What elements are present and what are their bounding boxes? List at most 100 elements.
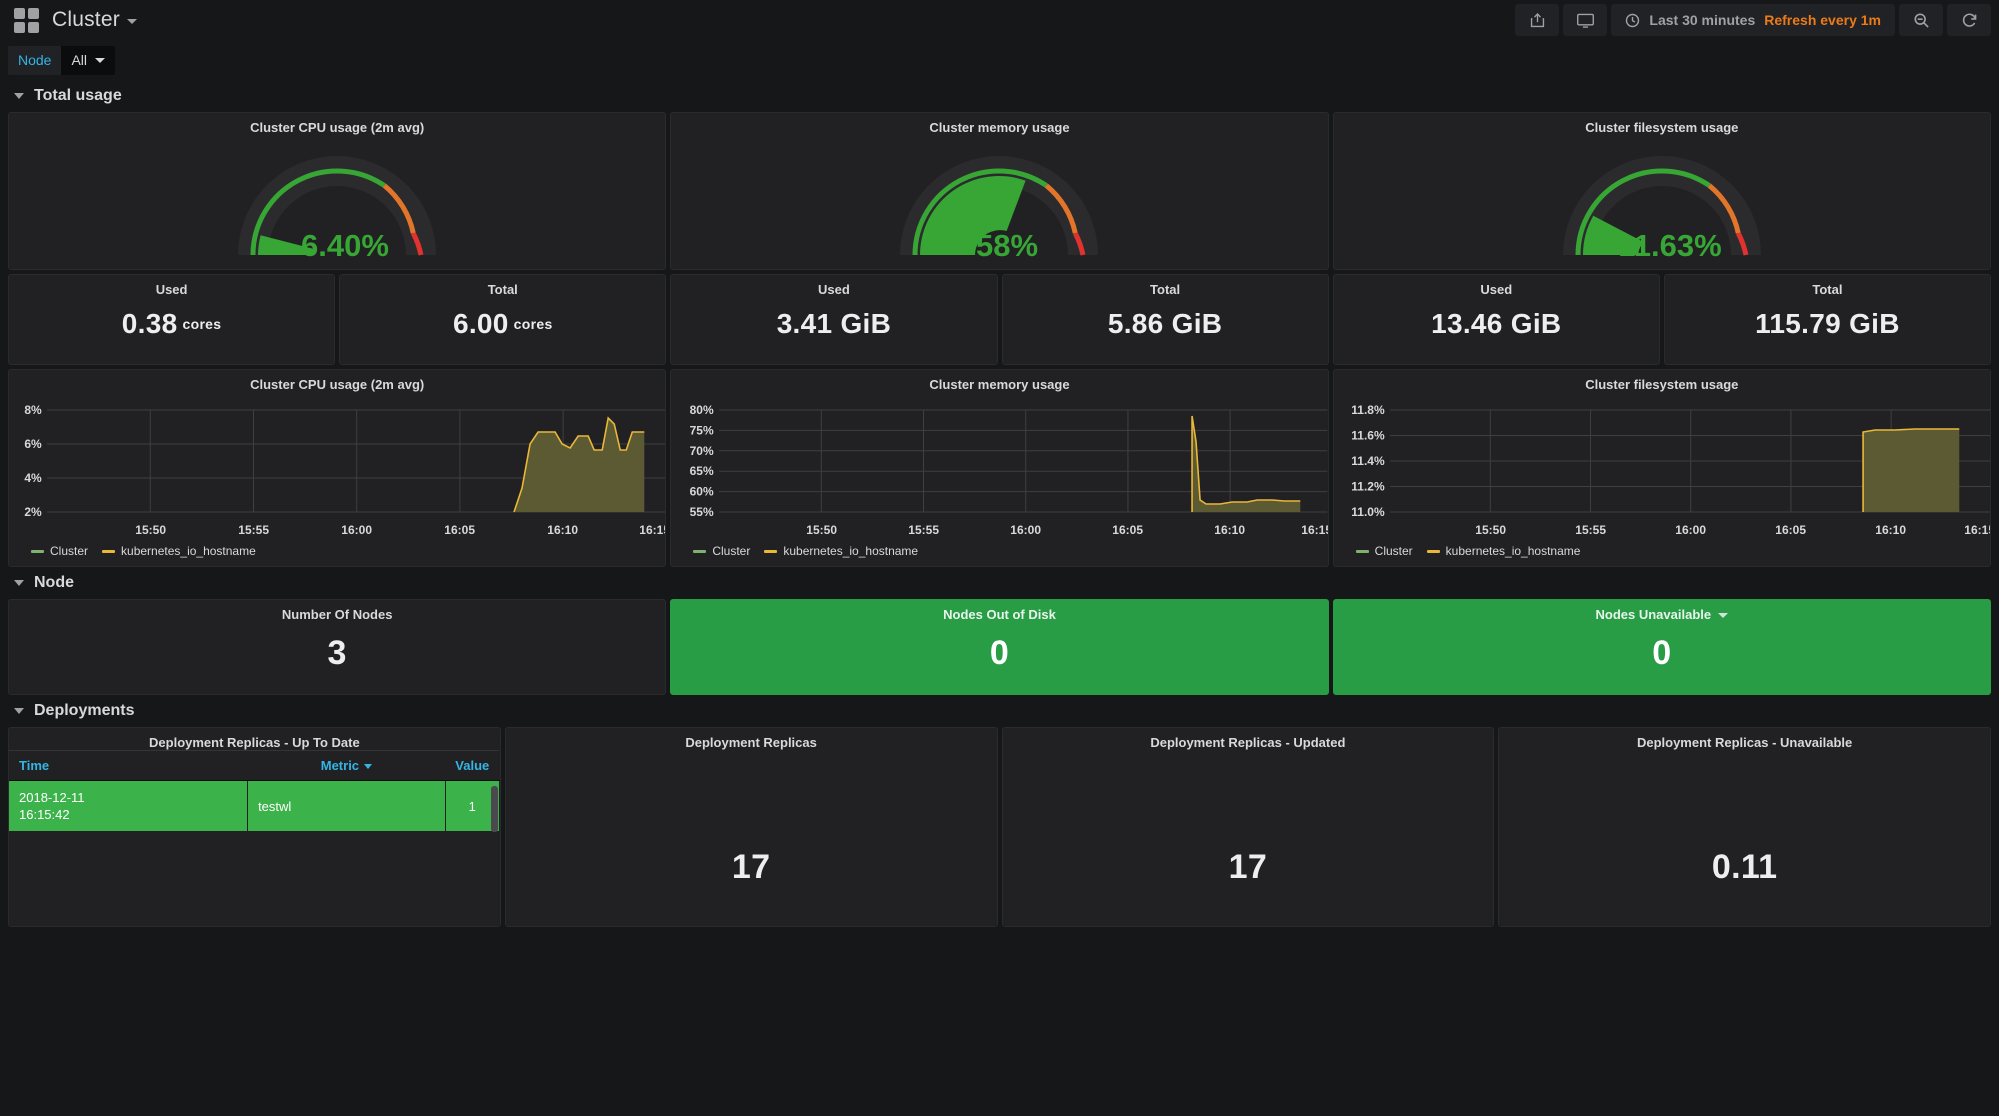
table-row[interactable]: 2018-12-11 16:15:42 testwl 1 xyxy=(9,781,499,832)
panel-cluster-filesystem-gauge[interactable]: Cluster filesystem usage 11.63% xyxy=(1333,112,1991,270)
panel-title-wrap: Nodes Unavailable xyxy=(1334,600,1990,622)
chevron-down-icon xyxy=(95,58,105,63)
panel-cluster-cpu-graph[interactable]: Cluster CPU usage (2m avg) 8% 6% 4% 2% xyxy=(8,369,666,567)
row-title: Total usage xyxy=(34,87,122,105)
gauge-value-text: 6.40% xyxy=(301,228,389,259)
gauge-svg: 58% xyxy=(889,137,1109,259)
panel-title: Cluster memory usage xyxy=(671,113,1327,135)
panel-deployment-replicas[interactable]: Deployment Replicas 17 xyxy=(505,727,998,927)
panel-cluster-memory-gauge[interactable]: Cluster memory usage 58% xyxy=(670,112,1328,270)
svg-text:16:15: 16:15 xyxy=(1964,523,1990,537)
zoom-out-icon xyxy=(1913,12,1930,29)
stat-value: 13.46 GiB xyxy=(1334,297,1659,364)
panel-filesystem-total[interactable]: Total 115.79 GiB xyxy=(1664,274,1991,365)
stat-value: 6.00cores xyxy=(340,297,665,364)
refresh-button[interactable] xyxy=(1947,4,1991,36)
panel-title: Total xyxy=(1003,275,1328,297)
clock-icon xyxy=(1625,13,1640,28)
grid-icon[interactable] xyxy=(14,8,39,33)
legend-swatch xyxy=(693,550,706,553)
panel-number-of-nodes[interactable]: Number Of Nodes 3 xyxy=(8,599,666,695)
row-header-deployments[interactable]: Deployments xyxy=(0,695,1999,727)
legend-swatch xyxy=(1427,550,1440,553)
cell-time: 2018-12-11 16:15:42 xyxy=(9,781,248,832)
gauge-cpu: 6.40% xyxy=(9,137,665,259)
svg-text:15:55: 15:55 xyxy=(1575,523,1606,537)
zoom-out-button[interactable] xyxy=(1899,4,1943,36)
gauges-row: Cluster CPU usage (2m avg) 6.40% Cluster… xyxy=(0,112,1999,270)
variable-node-value: All xyxy=(71,52,87,69)
column-header-metric[interactable]: Metric xyxy=(248,751,446,781)
variable-node-select[interactable]: All xyxy=(61,46,115,75)
svg-text:16:10: 16:10 xyxy=(1215,523,1246,537)
memory-graph-axes: 80% 75% 70% 65% 60% 55% 15:50 15:55 16:0… xyxy=(671,392,1327,537)
panel-title: Nodes Unavailable xyxy=(1596,607,1712,622)
panel-deployment-replicas-up-to-date[interactable]: Deployment Replicas - Up To Date Time Me… xyxy=(8,727,501,927)
chevron-down-icon xyxy=(14,93,24,99)
refresh-icon xyxy=(1961,12,1978,29)
legend-swatch xyxy=(102,550,115,553)
panel-cpu-total[interactable]: Total 6.00cores xyxy=(339,274,666,365)
legend-swatch xyxy=(764,550,777,553)
svg-text:16:00: 16:00 xyxy=(341,523,372,537)
dashboard-title-button[interactable]: Cluster xyxy=(52,8,137,32)
kiosk-button[interactable] xyxy=(1563,4,1607,36)
chevron-down-icon[interactable] xyxy=(1718,613,1728,618)
stat-number: 3.41 GiB xyxy=(777,308,891,340)
gauge-svg: 6.40% xyxy=(227,137,447,259)
panel-title: Deployment Replicas xyxy=(506,728,997,750)
column-header-value[interactable]: Value xyxy=(445,751,499,781)
row-header-node[interactable]: Node xyxy=(0,567,1999,599)
panel-filesystem-used[interactable]: Used 13.46 GiB xyxy=(1333,274,1660,365)
column-header-time[interactable]: Time xyxy=(9,751,248,781)
panel-deployment-replicas-updated[interactable]: Deployment Replicas - Updated 17 xyxy=(1002,727,1495,927)
svg-text:70%: 70% xyxy=(690,444,714,458)
panel-memory-used[interactable]: Used 3.41 GiB xyxy=(670,274,997,365)
legend-label: Cluster xyxy=(50,544,88,558)
stat-value: 17 xyxy=(506,750,997,926)
chevron-down-icon xyxy=(14,580,24,586)
stat-value: 0 xyxy=(671,622,1327,694)
panel-memory-total[interactable]: Total 5.86 GiB xyxy=(1002,274,1329,365)
svg-text:4%: 4% xyxy=(24,471,42,485)
row-title: Deployments xyxy=(34,702,134,720)
dashboard-title: Cluster xyxy=(52,8,120,31)
svg-text:16:00: 16:00 xyxy=(1675,523,1706,537)
panel-cluster-memory-graph[interactable]: Cluster memory usage 80% 75% 70% xyxy=(670,369,1328,567)
row-header-total-usage[interactable]: Total usage xyxy=(0,80,1999,112)
svg-text:80%: 80% xyxy=(690,403,714,417)
filesystem-graph-axes: 11.8% 11.6% 11.4% 11.2% 11.0% 15:50 15:5… xyxy=(1334,392,1990,537)
stats-row: Used 0.38cores Total 6.00cores Used 3.41… xyxy=(0,274,1999,365)
cell-metric: testwl xyxy=(248,781,446,832)
legend-item-cluster[interactable]: Cluster xyxy=(31,544,88,558)
panel-cluster-cpu-gauge[interactable]: Cluster CPU usage (2m avg) 6.40% xyxy=(8,112,666,270)
svg-text:16:00: 16:00 xyxy=(1011,523,1042,537)
panel-nodes-out-of-disk[interactable]: Nodes Out of Disk 0 xyxy=(670,599,1328,695)
graph-canvas: 8% 6% 4% 2% 15:50 15:55 16:00 16:05 16:1… xyxy=(9,392,665,542)
stat-value: 0.11 xyxy=(1499,750,1990,926)
panel-deployment-replicas-unavailable[interactable]: Deployment Replicas - Unavailable 0.11 xyxy=(1498,727,1991,927)
panel-title: Total xyxy=(340,275,665,297)
refresh-interval-label: Refresh every 1m xyxy=(1764,12,1881,28)
panel-title: Used xyxy=(671,275,996,297)
time-range-picker[interactable]: Last 30 minutes Refresh every 1m xyxy=(1611,4,1895,36)
stat-value: 0.38cores xyxy=(9,297,334,364)
panel-cpu-used[interactable]: Used 0.38cores xyxy=(8,274,335,365)
panel-cluster-filesystem-graph[interactable]: Cluster filesystem usage 11.8% 11.6% 11.… xyxy=(1333,369,1991,567)
svg-text:16:10: 16:10 xyxy=(547,523,578,537)
svg-text:6%: 6% xyxy=(24,437,42,451)
table-scrollbar[interactable] xyxy=(491,786,498,832)
legend-item-cluster[interactable]: Cluster xyxy=(1356,544,1413,558)
legend-item-cluster[interactable]: Cluster xyxy=(693,544,750,558)
legend-item-hostname[interactable]: kubernetes_io_hostname xyxy=(1427,544,1581,558)
cell-time-clock: 16:15:42 xyxy=(19,807,70,822)
svg-text:15:55: 15:55 xyxy=(909,523,940,537)
legend-item-hostname[interactable]: kubernetes_io_hostname xyxy=(764,544,918,558)
share-button[interactable] xyxy=(1515,4,1559,36)
panel-nodes-unavailable[interactable]: Nodes Unavailable 0 xyxy=(1333,599,1991,695)
cell-time-date: 2018-12-11 xyxy=(19,790,85,805)
variable-node-label: Node xyxy=(8,46,61,75)
gauge-filesystem: 11.63% xyxy=(1334,137,1990,259)
legend-label: kubernetes_io_hostname xyxy=(783,544,918,558)
legend-item-hostname[interactable]: kubernetes_io_hostname xyxy=(102,544,256,558)
